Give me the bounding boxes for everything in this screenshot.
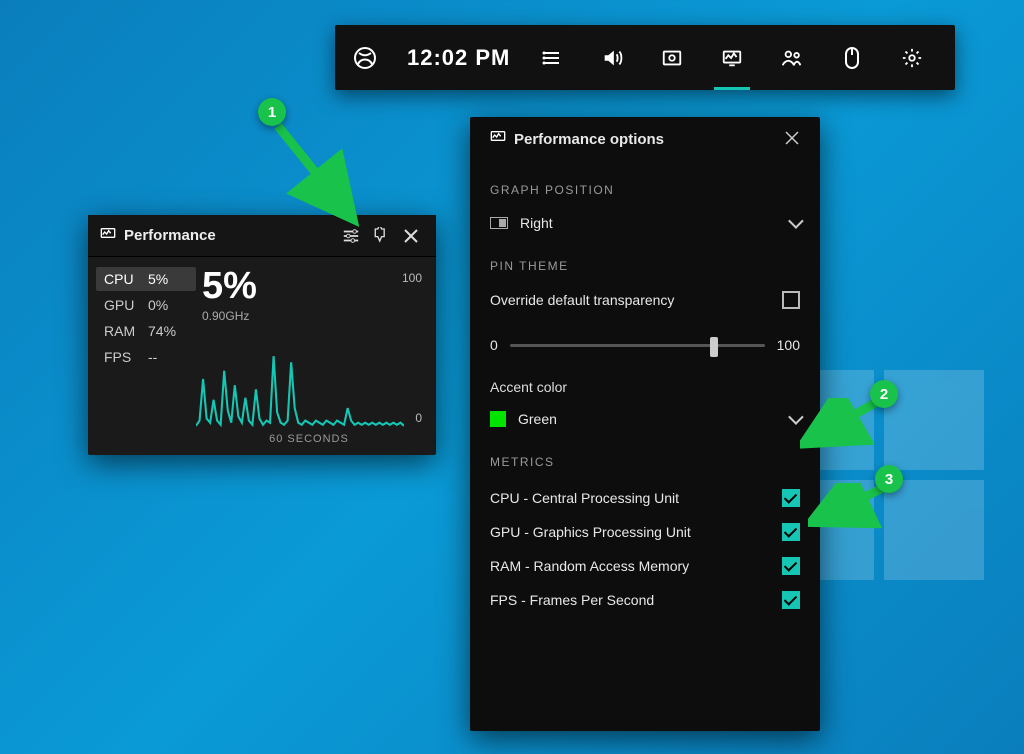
performance-monitor-icon (490, 130, 506, 148)
xbox-icon[interactable] (335, 46, 395, 70)
chevron-down-icon (789, 215, 800, 231)
chart-y-min: 0 (415, 411, 422, 425)
performance-widget: Performance CPU5% GPU0% RAM74% FPS-- 5% … (88, 215, 436, 455)
metric-row-cpu[interactable]: CPU5% (96, 267, 196, 291)
annotation-marker-2: 2 (870, 380, 898, 408)
annotation-arrow-1 (270, 118, 370, 228)
metric-toggle-fps-checkbox[interactable] (782, 591, 800, 609)
chart-y-max: 100 (402, 271, 422, 285)
graph-position-section-label: GRAPH POSITION (490, 183, 800, 197)
metric-toggle-cpu: CPU - Central Processing Unit (490, 481, 800, 515)
metrics-section-label: METRICS (490, 455, 800, 469)
close-icon[interactable] (396, 221, 426, 251)
metric-toggle-ram-label: RAM - Random Access Memory (490, 558, 689, 574)
metric-row-fps[interactable]: FPS-- (96, 345, 196, 369)
capture-icon[interactable] (642, 25, 702, 90)
cpu-percent-big: 5% (202, 267, 422, 305)
metrics-list: CPU5% GPU0% RAM74% FPS-- (96, 267, 196, 447)
metric-toggle-gpu-checkbox[interactable] (782, 523, 800, 541)
metric-toggle-cpu-checkbox[interactable] (782, 489, 800, 507)
chevron-down-icon (789, 411, 800, 427)
slider-max-label: 100 (777, 337, 800, 353)
slider-thumb[interactable] (710, 337, 718, 357)
performance-widget-title: Performance (124, 227, 216, 244)
mouse-icon[interactable] (822, 25, 882, 90)
metric-toggle-ram-checkbox[interactable] (782, 557, 800, 575)
graph-position-right-icon (490, 217, 508, 229)
metric-toggle-ram: RAM - Random Access Memory (490, 549, 800, 583)
audio-icon[interactable] (582, 25, 642, 90)
performance-chart-area: 5% 0.90GHz 100 0 60 SECONDS (196, 267, 422, 447)
pin-icon[interactable] (366, 221, 396, 251)
annotation-marker-1: 1 (258, 98, 286, 126)
metric-toggle-fps: FPS - Frames Per Second (490, 583, 800, 617)
widgets-menu-icon[interactable] (522, 25, 582, 90)
accent-color-value: Green (518, 411, 557, 427)
xbox-social-icon[interactable] (762, 25, 822, 90)
close-icon[interactable] (784, 130, 800, 149)
performance-monitor-icon (100, 227, 116, 245)
performance-icon[interactable] (702, 25, 762, 90)
override-transparency-label: Override default transparency (490, 292, 674, 308)
xbox-game-bar: 12:02 PM (335, 25, 955, 90)
performance-options-icon[interactable] (336, 221, 366, 251)
metric-row-ram[interactable]: RAM74% (96, 319, 196, 343)
performance-options-panel: Performance options GRAPH POSITION Right… (470, 117, 820, 731)
transparency-slider[interactable] (510, 344, 765, 347)
graph-position-dropdown[interactable]: Right (490, 209, 800, 237)
accent-color-swatch (490, 411, 506, 427)
annotation-marker-3: 3 (875, 465, 903, 493)
override-transparency-checkbox[interactable] (782, 291, 800, 309)
cpu-frequency: 0.90GHz (202, 309, 422, 323)
performance-widget-header: Performance (88, 215, 436, 257)
metric-toggle-cpu-label: CPU - Central Processing Unit (490, 490, 679, 506)
cpu-sparkline-chart (196, 327, 404, 431)
performance-options-title: Performance options (514, 131, 664, 148)
metric-toggle-gpu: GPU - Graphics Processing Unit (490, 515, 800, 549)
metric-toggle-gpu-label: GPU - Graphics Processing Unit (490, 524, 691, 540)
metric-toggle-fps-label: FPS - Frames Per Second (490, 592, 654, 608)
metric-row-gpu[interactable]: GPU0% (96, 293, 196, 317)
settings-icon[interactable] (882, 25, 942, 90)
slider-min-label: 0 (490, 337, 498, 353)
pin-theme-section-label: PIN THEME (490, 259, 800, 273)
clock: 12:02 PM (395, 45, 522, 71)
accent-color-dropdown[interactable]: Green (490, 405, 800, 433)
accent-color-label: Accent color (490, 379, 800, 395)
chart-x-label: 60 SECONDS (196, 433, 422, 445)
graph-position-value: Right (520, 215, 553, 231)
